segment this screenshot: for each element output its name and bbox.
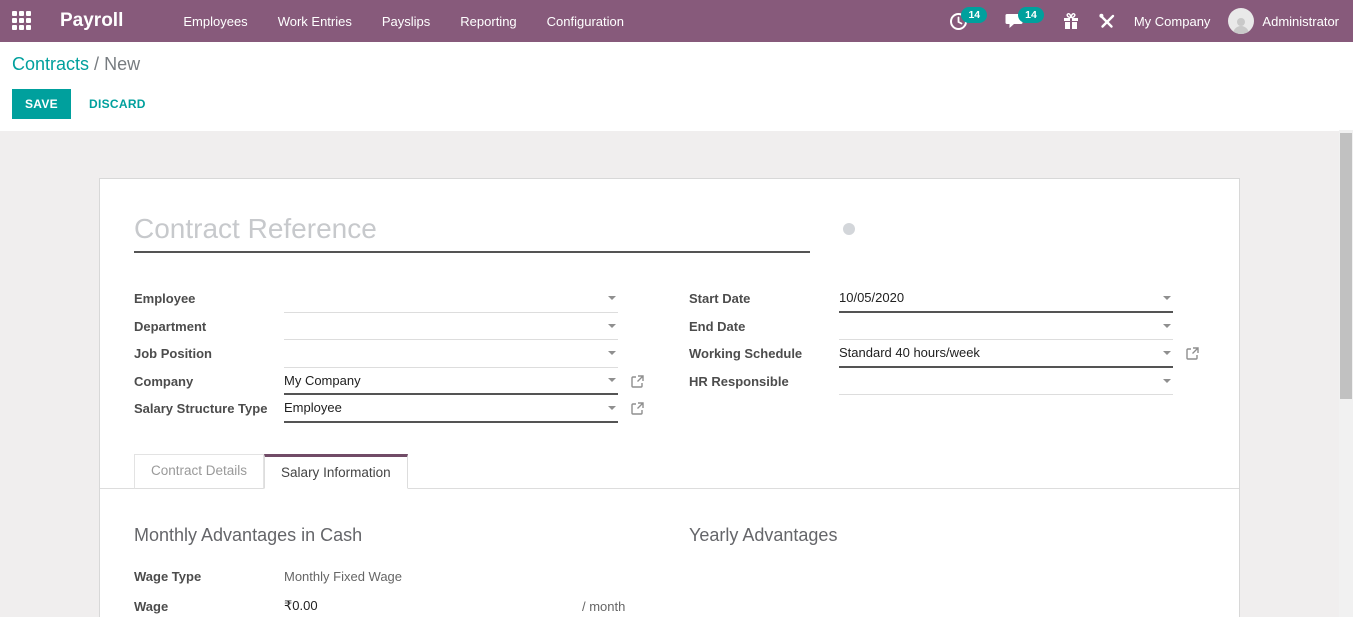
external-link-icon[interactable] — [1186, 347, 1199, 360]
monthly-advantages-section: Monthly Advantages in Cash Wage Type Mon… — [134, 525, 644, 617]
wage-input[interactable]: ₹0.00 — [284, 595, 574, 617]
field-wage: Wage ₹0.00 / month — [134, 594, 644, 617]
gift-icon — [1062, 12, 1080, 30]
field-working-schedule: Working Schedule Standard 40 hours/week — [689, 340, 1199, 368]
employee-input[interactable] — [284, 285, 618, 313]
department-input[interactable] — [284, 313, 618, 341]
breadcrumb-new: New — [104, 54, 140, 74]
job-position-input[interactable] — [284, 340, 618, 368]
wage-suffix: / month — [582, 599, 625, 614]
menu-configuration[interactable]: Configuration — [547, 2, 624, 41]
menu-payslips[interactable]: Payslips — [382, 2, 430, 41]
start-date-input[interactable]: 10/05/2020 — [839, 285, 1173, 313]
salary-structure-type-input[interactable]: Employee — [284, 395, 618, 423]
scrollbar-thumb[interactable] — [1340, 133, 1352, 399]
user-avatar — [1228, 8, 1254, 34]
activity-count-badge: 14 — [961, 7, 987, 23]
form-sheet: Employee Department Job Po — [99, 178, 1240, 617]
gift-button[interactable] — [1062, 12, 1080, 30]
yearly-advantages-heading: Yearly Advantages — [689, 525, 1199, 546]
breadcrumb-separator: / — [94, 54, 99, 74]
field-job-position: Job Position — [134, 340, 644, 368]
field-start-date: Start Date 10/05/2020 — [689, 285, 1199, 313]
tab-salary-information[interactable]: Salary Information — [264, 454, 408, 489]
yearly-advantages-section: Yearly Advantages — [689, 525, 1199, 617]
dropdown-caret-icon[interactable] — [1163, 296, 1171, 300]
field-end-date: End Date — [689, 313, 1199, 341]
salary-information-panel: Monthly Advantages in Cash Wage Type Mon… — [134, 489, 1199, 617]
dropdown-caret-icon[interactable] — [608, 296, 616, 300]
status-dot — [843, 223, 855, 235]
messages-button[interactable]: 14 — [1005, 12, 1044, 30]
dropdown-caret-icon[interactable] — [1163, 351, 1171, 355]
dropdown-caret-icon[interactable] — [608, 378, 616, 382]
user-name: Administrator — [1262, 14, 1339, 29]
activities-button[interactable]: 14 — [949, 12, 987, 31]
field-hr-responsible: HR Responsible — [689, 368, 1199, 396]
control-panel: Contracts / New SAVE DISCARD — [0, 42, 1353, 134]
app-title[interactable]: Payroll — [60, 10, 123, 32]
external-link-icon[interactable] — [631, 375, 644, 388]
tools-button[interactable] — [1098, 12, 1116, 30]
hr-responsible-input[interactable] — [839, 368, 1173, 396]
company-input[interactable]: My Company — [284, 368, 618, 396]
discard-button[interactable]: DISCARD — [85, 89, 150, 119]
menu-employees[interactable]: Employees — [183, 2, 247, 41]
dropdown-caret-icon[interactable] — [1163, 324, 1171, 328]
right-field-column: Start Date 10/05/2020 End Date — [689, 285, 1199, 395]
dropdown-caret-icon[interactable] — [1163, 379, 1171, 383]
field-salary-structure-type: Salary Structure Type Employee — [134, 395, 644, 423]
company-switcher[interactable]: My Company — [1134, 14, 1211, 29]
working-schedule-input[interactable]: Standard 40 hours/week — [839, 340, 1173, 368]
notebook-tabs: Contract Details Salary Information — [100, 454, 1239, 489]
field-department: Department — [134, 313, 644, 341]
field-wage-type: Wage Type Monthly Fixed Wage — [134, 564, 644, 590]
top-navbar: Payroll Employees Work Entries Payslips … — [0, 0, 1353, 42]
menu-reporting[interactable]: Reporting — [460, 2, 516, 41]
apps-menu-icon[interactable] — [12, 11, 32, 31]
external-link-icon[interactable] — [631, 402, 644, 415]
monthly-advantages-heading: Monthly Advantages in Cash — [134, 525, 644, 546]
dropdown-caret-icon[interactable] — [608, 406, 616, 410]
main-menu: Employees Work Entries Payslips Reportin… — [183, 2, 624, 41]
form-view-background: Employee Department Job Po — [0, 131, 1353, 617]
user-menu[interactable]: Administrator — [1228, 8, 1339, 34]
breadcrumb-contracts[interactable]: Contracts — [12, 54, 89, 74]
tools-icon — [1098, 12, 1116, 30]
save-button[interactable]: SAVE — [12, 89, 71, 119]
dropdown-caret-icon[interactable] — [608, 324, 616, 328]
menu-work-entries[interactable]: Work Entries — [278, 2, 352, 41]
message-count-badge: 14 — [1018, 7, 1044, 23]
contract-reference-input[interactable] — [134, 209, 810, 253]
end-date-input[interactable] — [839, 313, 1173, 341]
wage-type-value: Monthly Fixed Wage — [284, 569, 402, 584]
left-field-column: Employee Department Job Po — [134, 285, 644, 423]
vertical-scrollbar[interactable] — [1339, 130, 1353, 617]
field-company: Company My Company — [134, 368, 644, 396]
breadcrumb: Contracts / New — [12, 54, 1337, 75]
dropdown-caret-icon[interactable] — [608, 351, 616, 355]
field-employee: Employee — [134, 285, 644, 313]
tab-contract-details[interactable]: Contract Details — [134, 454, 264, 489]
